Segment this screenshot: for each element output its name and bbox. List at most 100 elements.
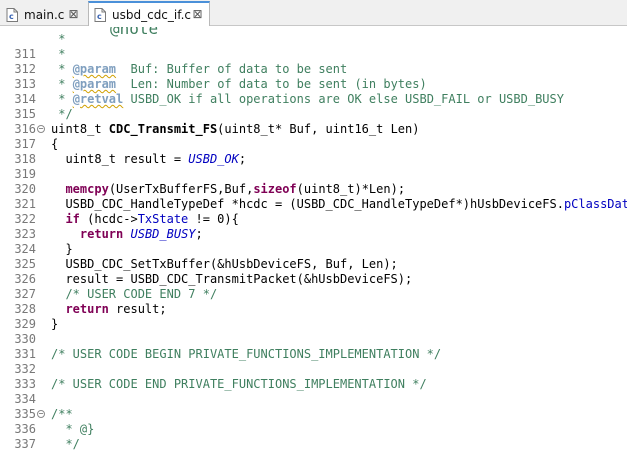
code-text: /* USER CODE END PRIVATE_FUNCTIONS_IMPLE…: [51, 377, 427, 391]
code-text: uint8_t CDC_Transmit_FS(uint8_t* Buf, ui…: [51, 122, 419, 137]
code-text: (uint8_t)*Len);: [296, 182, 406, 196]
comment-text: Len: Number of data to be sent (in bytes…: [116, 77, 427, 91]
code-text: USBD_CDC_HandleTypeDef *hcdc = (USBD_CDC…: [51, 197, 627, 212]
code-line: 320: [0, 167, 627, 196]
code-editor[interactable]: @note 311 * 312 * 313 * @param Buf: Buff…: [0, 27, 627, 452]
code-text: */: [51, 437, 80, 451]
comment-text: *: [51, 77, 73, 91]
code-text: */: [51, 107, 73, 121]
tab-label: usbd_cdc_if.c: [112, 7, 192, 22]
svg-text:c: c: [9, 12, 14, 21]
code-text: * @}: [51, 422, 95, 436]
code-text: != 0){: [188, 212, 239, 226]
code-text: *: [51, 32, 66, 46]
keyword: sizeof: [253, 182, 297, 196]
code-line: 319 uint8_t result = USBD_OK;: [0, 152, 627, 181]
code-line: 336 − /**: [0, 407, 627, 436]
code-line: 312 *: [0, 47, 627, 76]
code-line: 337 * @}: [0, 422, 627, 451]
code-text: /* USER CODE END 7 */: [51, 287, 218, 301]
code-line: 325 }: [0, 242, 627, 271]
macro-constant: USBD_BUSY: [130, 227, 196, 241]
code-text: (hcdc->: [79, 212, 138, 226]
code-text: if (hcdc->TxState != 0){: [51, 212, 239, 227]
tab-usbd-cdc-if-c[interactable]: c usbd_cdc_if.c ⊠: [88, 1, 210, 26]
code-line: 330 }: [0, 317, 627, 346]
code-text: uint8_t result = USBD_OK;: [51, 152, 246, 167]
function-name: CDC_Transmit_FS: [108, 122, 218, 136]
code-line: 315 * @retval USBD_OK if all operations …: [0, 92, 627, 121]
code-text: {: [51, 137, 59, 151]
code-text: * @retval USBD_OK if all operations are …: [51, 92, 564, 107]
code-line: 334 /* USER CODE END PRIVATE_FUNCTIONS_I…: [0, 377, 627, 406]
code-line: 322 USBD_CDC_HandleTypeDef *hcdc = (USBD…: [0, 197, 627, 226]
close-icon[interactable]: ⊠: [192, 8, 203, 20]
code-text: uint8_t result =: [51, 152, 189, 166]
code-text: result = USBD_CDC_TransmitPacket(&hUsbDe…: [51, 272, 413, 286]
function-call: memcpy: [65, 182, 109, 196]
code-text: *: [51, 47, 66, 61]
macro-constant: USBD_OK: [188, 152, 239, 166]
svg-text:c: c: [97, 12, 102, 21]
code-line: 317 − uint8_t CDC_Transmit_FS(uint8_t* B…: [0, 122, 627, 151]
code-text: result;: [108, 302, 167, 316]
code-text: * @param Len: Number of data to be sent …: [51, 77, 427, 92]
code-line: 333: [0, 362, 627, 391]
code-line: 332 /* USER CODE BEGIN PRIVATE_FUNCTIONS…: [0, 347, 627, 376]
c-file-icon: c: [94, 7, 106, 22]
keyword: return: [79, 227, 124, 241]
code-line: 324 return USBD_BUSY;: [0, 227, 627, 256]
close-icon[interactable]: ⊠: [68, 8, 79, 20]
code-line: 326 USBD_CDC_SetTxBuffer(&hUsbDeviceFS, …: [0, 257, 627, 286]
code-text: USBD_CDC_SetTxBuffer(&hUsbDeviceFS, Buf,…: [51, 257, 398, 271]
c-file-icon: c: [6, 7, 18, 22]
code-text: ;: [195, 227, 203, 241]
code-text: (uint8_t* Buf, uint16_t Len): [217, 122, 420, 136]
code-text: (UserTxBufferFS,Buf,: [108, 182, 254, 196]
comment-text: USBD_OK if all operations are OK else US…: [123, 92, 564, 106]
code-text: memcpy(UserTxBufferFS,Buf,sizeof(uint8_t…: [51, 182, 405, 197]
code-line: 329 return result;: [0, 302, 627, 331]
code-text: * @param Buf: Buffer of data to be sent: [51, 62, 347, 77]
comment-text: *: [51, 92, 73, 106]
javadoc-tag: @retval: [72, 92, 124, 106]
tab-main-c[interactable]: c main.c ⊠: [0, 2, 86, 26]
code-line: 338 */: [0, 437, 627, 452]
code-line: 321 memcpy(UserTxBufferFS,Buf,sizeof(uin…: [0, 182, 627, 211]
struct-field: TxState: [137, 212, 189, 226]
code-line: 328 /* USER CODE END 7 */: [0, 287, 627, 316]
javadoc-tag: @param: [72, 62, 117, 76]
comment-text: *: [51, 62, 73, 76]
code-text: /**: [51, 407, 73, 421]
keyword: return: [65, 302, 109, 316]
tab-label: main.c: [24, 7, 65, 22]
code-text: return USBD_BUSY;: [51, 227, 203, 242]
code-text: return result;: [51, 302, 167, 317]
editor-tab-bar: c main.c ⊠ c usbd_cdc_if.c ⊠: [0, 0, 627, 26]
code-text: }: [51, 242, 73, 256]
code-line: 311 *: [0, 32, 627, 61]
code-line: 314 * @param Len: Number of data to be s…: [0, 77, 627, 106]
code-text: USBD_CDC_HandleTypeDef *hcdc = (USBD_CDC…: [51, 197, 564, 211]
code-text: }: [51, 317, 59, 331]
code-line: 323 if (hcdc->TxState != 0){: [0, 212, 627, 241]
code-line: 335: [0, 392, 627, 421]
javadoc-tag: @param: [72, 77, 117, 91]
code-line: 316 */: [0, 107, 627, 136]
code-text: /* USER CODE BEGIN PRIVATE_FUNCTIONS_IMP…: [51, 347, 442, 361]
type-text: uint8_t: [51, 122, 109, 136]
code-line: 331: [0, 332, 627, 361]
comment-text: Buf: Buffer of data to be sent: [116, 62, 348, 76]
code-line: 327 result = USBD_CDC_TransmitPacket(&hU…: [0, 272, 627, 301]
code-line: 313 * @param Buf: Buffer of data to be s…: [0, 62, 627, 91]
struct-field: pClassData: [563, 197, 627, 211]
fold-collapse-icon[interactable]: −: [37, 125, 45, 133]
keyword: if: [65, 212, 80, 226]
code-text: ;: [238, 152, 247, 166]
fold-collapse-icon[interactable]: −: [37, 410, 45, 418]
